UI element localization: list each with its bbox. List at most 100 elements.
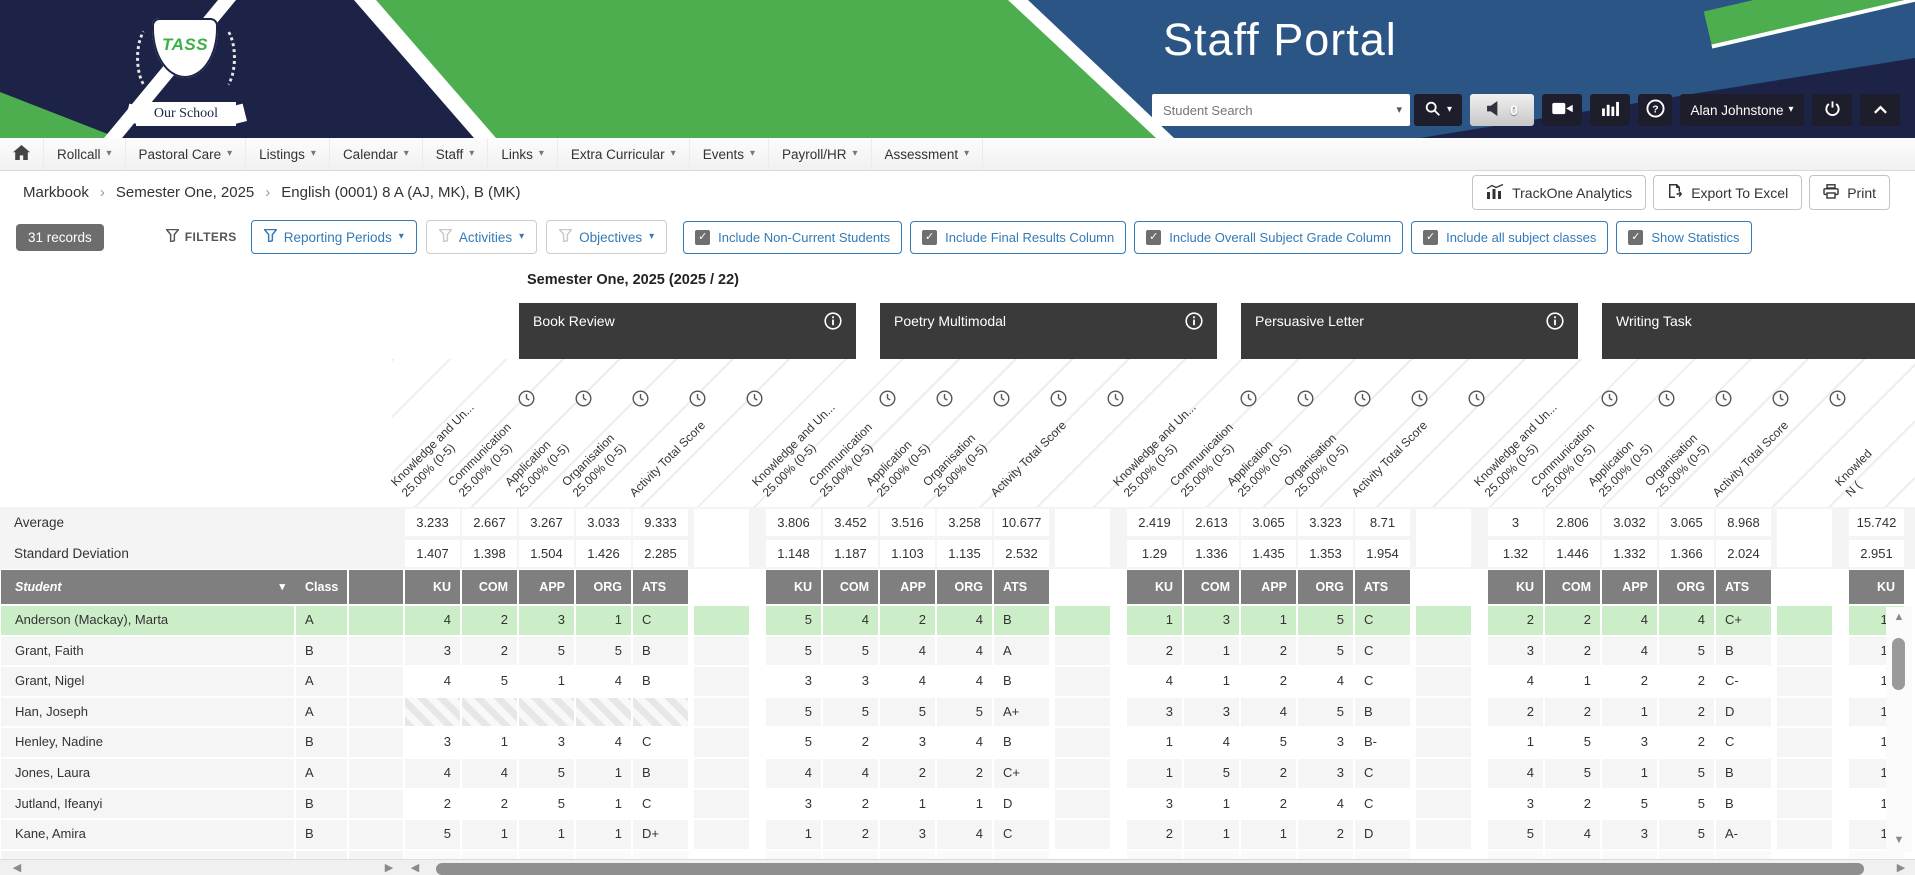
score-cell[interactable]: 3 (1488, 790, 1543, 819)
filter-dropdown-reporting-periods[interactable]: Reporting Periods▾ (251, 220, 417, 254)
nav-item-listings[interactable]: Listings▾ (246, 138, 330, 170)
score-cell[interactable]: 1 (1602, 698, 1657, 727)
score-cell[interactable]: 3 (1298, 759, 1353, 788)
score-cell[interactable]: 2 (1602, 667, 1657, 696)
home-button[interactable] (0, 138, 44, 170)
score-cell[interactable]: 1 (576, 790, 631, 819)
score-cell[interactable]: 5 (1298, 637, 1353, 666)
score-cell[interactable]: 5 (1488, 820, 1543, 849)
score-cell[interactable]: 5 (1298, 698, 1353, 727)
score-cell[interactable]: 5 (937, 698, 992, 727)
clock-icon[interactable] (1107, 390, 1124, 407)
score-cell[interactable]: 2 (1545, 790, 1600, 819)
score-cell[interactable]: 4 (1602, 637, 1657, 666)
score-cell[interactable]: 2 (462, 637, 517, 666)
score-cell[interactable]: C (633, 606, 688, 635)
score-cell[interactable]: B (633, 759, 688, 788)
score-cell[interactable]: C (1355, 637, 1410, 666)
score-cell[interactable]: D (994, 790, 1049, 819)
breadcrumb-item[interactable]: English (0001) 8 A (AJ, MK), B (MK) (281, 184, 520, 201)
horizontal-scroll-thumb[interactable] (436, 863, 1864, 875)
score-cell[interactable]: 1 (1184, 667, 1239, 696)
breadcrumb-item[interactable]: Markbook (23, 184, 89, 201)
score-cell[interactable]: 5 (519, 759, 574, 788)
score-cell[interactable]: 1 (519, 667, 574, 696)
score-cell[interactable]: 4 (1127, 667, 1182, 696)
score-cell[interactable]: 2 (1659, 667, 1714, 696)
main-scroll-left-arrow[interactable]: ◀ (408, 862, 422, 875)
clock-icon[interactable] (689, 390, 706, 407)
score-cell[interactable]: 3 (1184, 698, 1239, 727)
nav-item-links[interactable]: Links▾ (488, 138, 558, 170)
score-cell[interactable]: C (1716, 728, 1771, 757)
score-cell[interactable]: 2 (880, 759, 935, 788)
score-cell[interactable]: 5 (823, 698, 878, 727)
score-cell[interactable]: 4 (1241, 698, 1296, 727)
help-button[interactable]: ? (1638, 94, 1672, 126)
score-cell[interactable]: 2 (1488, 698, 1543, 727)
score-cell[interactable]: 3 (823, 667, 878, 696)
score-cell[interactable]: 2 (1241, 667, 1296, 696)
score-cell[interactable]: B (1716, 637, 1771, 666)
filter-checkbox-show-statistics[interactable]: ✓Show Statistics (1616, 221, 1751, 254)
score-cell[interactable]: B (1716, 759, 1771, 788)
score-cell[interactable]: 4 (880, 667, 935, 696)
breadcrumb-item[interactable]: Semester One, 2025 (116, 184, 254, 201)
score-cell[interactable]: 5 (880, 698, 935, 727)
score-cell[interactable]: B- (1355, 728, 1410, 757)
score-cell[interactable]: 5 (1659, 759, 1714, 788)
score-cell[interactable]: 3 (1488, 637, 1543, 666)
score-cell[interactable]: 3 (766, 790, 821, 819)
filter-checkbox-include-final-results-column[interactable]: ✓Include Final Results Column (910, 221, 1126, 254)
student-column-header[interactable]: Student▾ (1, 570, 299, 604)
score-cell[interactable]: 1 (1127, 606, 1182, 635)
nav-item-staff[interactable]: Staff▾ (423, 138, 489, 170)
score-cell[interactable]: 2 (1241, 790, 1296, 819)
search-select-caret-icon[interactable]: ▾ (1396, 103, 1402, 116)
filter-checkbox-include-non-current-students[interactable]: ✓Include Non-Current Students (683, 221, 902, 254)
score-cell[interactable]: 4 (405, 759, 460, 788)
score-cell[interactable]: 1 (1184, 790, 1239, 819)
score-cell[interactable]: 4 (576, 728, 631, 757)
score-cell[interactable]: 1 (1184, 637, 1239, 666)
score-cell[interactable]: B (994, 728, 1049, 757)
score-cell[interactable]: 2 (1241, 759, 1296, 788)
filter-dropdown-objectives[interactable]: Objectives▾ (546, 220, 667, 254)
score-cell[interactable]: D (1355, 820, 1410, 849)
vertical-scroll-thumb[interactable] (1892, 638, 1905, 690)
score-cell[interactable]: 5 (1298, 606, 1353, 635)
score-cell[interactable]: 4 (937, 606, 992, 635)
score-cell[interactable]: 3 (405, 637, 460, 666)
nav-item-assessment[interactable]: Assessment▾ (872, 138, 984, 170)
score-cell[interactable]: 3 (1298, 728, 1353, 757)
nav-item-calendar[interactable]: Calendar▾ (330, 138, 423, 170)
score-cell[interactable]: 1 (1127, 759, 1182, 788)
score-cell[interactable]: 1 (1602, 759, 1657, 788)
collapse-header-button[interactable] (1860, 94, 1900, 126)
score-cell[interactable]: 1 (1241, 820, 1296, 849)
score-cell[interactable]: 5 (1659, 790, 1714, 819)
info-icon[interactable] (824, 312, 842, 330)
score-cell[interactable]: C (1355, 790, 1410, 819)
analytics-button[interactable] (1590, 94, 1630, 126)
score-cell[interactable]: 2 (1545, 698, 1600, 727)
nav-item-rollcall[interactable]: Rollcall▾ (44, 138, 126, 170)
score-cell[interactable]: 4 (1545, 820, 1600, 849)
clock-icon[interactable] (1772, 390, 1789, 407)
score-cell[interactable]: 2 (462, 606, 517, 635)
score-cell[interactable]: 4 (766, 759, 821, 788)
score-cell[interactable]: C+ (1716, 606, 1771, 635)
score-cell[interactable]: 4 (937, 728, 992, 757)
score-cell[interactable]: 1 (1184, 820, 1239, 849)
score-cell[interactable]: 4 (462, 759, 517, 788)
score-cell[interactable]: 5 (576, 637, 631, 666)
score-cell[interactable]: 4 (937, 820, 992, 849)
score-cell[interactable]: 1 (1127, 728, 1182, 757)
frozen-scroll-right-arrow[interactable]: ▶ (382, 862, 396, 875)
score-cell[interactable]: C+ (994, 759, 1049, 788)
nav-item-pastoral-care[interactable]: Pastoral Care▾ (126, 138, 247, 170)
score-cell[interactable]: 4 (937, 637, 992, 666)
score-cell[interactable]: 2 (823, 820, 878, 849)
score-cell[interactable]: 1 (576, 606, 631, 635)
main-scroll-right-arrow[interactable]: ▶ (1894, 862, 1908, 875)
